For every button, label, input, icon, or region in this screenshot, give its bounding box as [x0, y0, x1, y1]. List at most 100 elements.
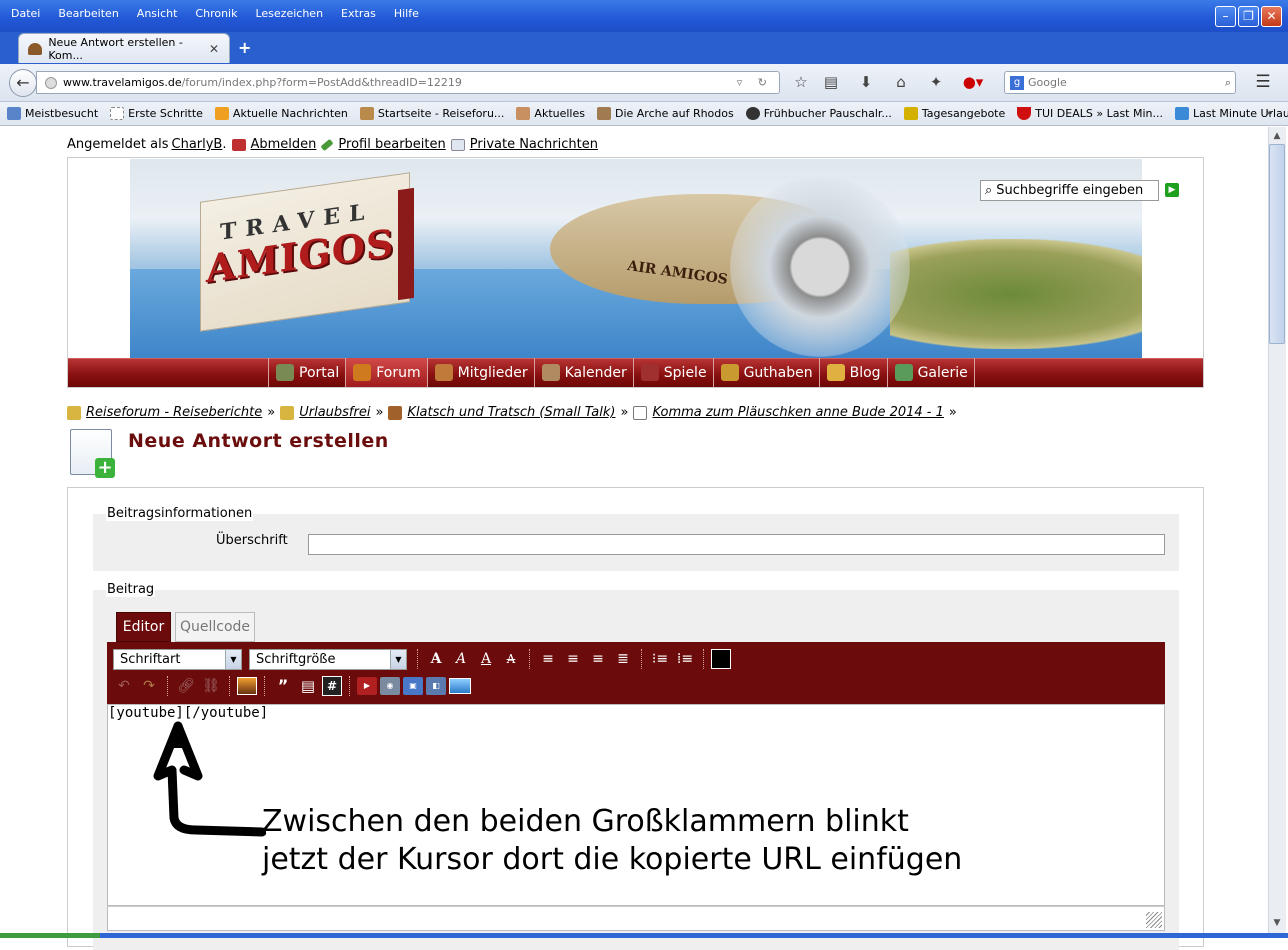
toolbar-separator	[703, 649, 704, 669]
bookmark-icon	[596, 107, 611, 120]
hamburger-menu-icon[interactable]: ☰	[1252, 72, 1274, 92]
scroll-down-icon[interactable]: ▼	[1268, 918, 1286, 934]
reload-icon[interactable]: ▿ ↻	[737, 76, 773, 89]
private-messages-link[interactable]: Private Nachrichten	[470, 137, 598, 152]
strikethrough-icon[interactable]: A	[500, 648, 522, 670]
menu-extras[interactable]: Extras	[330, 4, 383, 24]
tab-editor[interactable]: Editor	[116, 612, 171, 642]
resize-grip-icon[interactable]	[1146, 912, 1162, 928]
back-button[interactable]: ←	[9, 69, 37, 97]
chevron-down-icon: ▼	[225, 650, 241, 669]
numbered-list-icon[interactable]: ⁞≡	[674, 648, 696, 670]
nav-item-galerie[interactable]: Galerie	[886, 358, 975, 387]
italic-icon[interactable]: A	[450, 648, 472, 670]
toolbar-row-2: ↶ ↷ 🔗︎ ⛓︎ ” ▤ # ▶ ◉ ▣ ◧	[113, 675, 471, 697]
bookmark-item[interactable]: Frühbucher Pauschalr...	[739, 107, 897, 120]
bookmark-item[interactable]: Die Arche auf Rhodos	[590, 107, 739, 120]
new-tab-button[interactable]: +	[238, 38, 251, 57]
comment-icon[interactable]: ▤	[297, 675, 319, 697]
nav-item-forum[interactable]: Forum	[345, 358, 427, 387]
bookmark-star-icon[interactable]: ☆	[790, 72, 812, 92]
bookmark-item[interactable]: Aktuelle Nachrichten	[208, 107, 353, 120]
align-justify-icon[interactable]: ≣	[612, 648, 634, 670]
tab-source[interactable]: Quellcode	[175, 612, 255, 642]
browser-tab[interactable]: Neue Antwort erstellen - Kom... ✕	[18, 33, 230, 63]
logout-link[interactable]: Abmelden	[251, 137, 317, 152]
site-search-input[interactable]: ⌕ Suchbegriffe eingeben	[980, 180, 1159, 201]
image-icon[interactable]	[237, 677, 257, 695]
nav-item-mitglieder[interactable]: Mitglieder	[426, 358, 534, 387]
bookmark-item[interactable]: Tagesangebote	[897, 107, 1010, 120]
bullet-list-icon[interactable]: ⁝≡	[649, 648, 671, 670]
font-size-select[interactable]: Schriftgröße ▼	[249, 649, 407, 670]
bookmark-label: Startseite - Reiseforu...	[377, 107, 505, 120]
editor-statusbar	[107, 906, 1165, 931]
toolbar-separator	[529, 649, 530, 669]
menu-lesezeichen[interactable]: Lesezeichen	[244, 4, 330, 24]
minimize-button[interactable]: –	[1215, 6, 1236, 27]
search-go-button[interactable]: ▶	[1165, 183, 1179, 197]
text-color-icon[interactable]	[711, 649, 731, 669]
media-icon[interactable]: ▣	[403, 677, 423, 695]
menu-datei[interactable]: Datei	[0, 4, 47, 24]
gallery-insert-icon[interactable]	[449, 678, 471, 694]
globe-icon	[45, 76, 57, 89]
bookmark-item[interactable]: Startseite - Reiseforu...	[353, 107, 510, 120]
username-link[interactable]: CharlyB	[172, 137, 223, 152]
close-tab-icon[interactable]: ✕	[209, 42, 219, 56]
unlink-icon[interactable]: ⛓︎	[200, 675, 222, 697]
bookmark-icon	[110, 107, 125, 120]
underline-icon[interactable]: A	[475, 648, 497, 670]
align-center-icon[interactable]: ≡	[562, 648, 584, 670]
home-icon[interactable]: ⌂	[890, 72, 912, 92]
browser-search-input[interactable]: g Google ⌕	[1004, 71, 1236, 94]
align-right-icon[interactable]: ≡	[587, 648, 609, 670]
quote-icon[interactable]: ”	[272, 675, 294, 697]
video-icon[interactable]: ◉	[380, 677, 400, 695]
bookmark-item[interactable]: TUI DEALS » Last Min...	[1010, 107, 1168, 120]
adblock-icon[interactable]: ●▾	[962, 72, 984, 92]
scrollbar-thumb[interactable]	[1269, 144, 1285, 344]
embed-icon[interactable]: ◧	[426, 677, 446, 695]
breadcrumb-link[interactable]: Urlaubsfrei	[299, 405, 370, 420]
bookmark-item[interactable]: Erste Schritte	[103, 107, 208, 120]
code-icon[interactable]: #	[322, 676, 342, 696]
reading-list-icon[interactable]: ▤	[820, 72, 842, 92]
scroll-up-icon[interactable]: ▲	[1268, 128, 1286, 144]
undo-icon[interactable]: ↶	[113, 675, 135, 697]
nav-label: Guthaben	[743, 364, 813, 381]
maximize-button[interactable]: ❐	[1238, 6, 1259, 27]
breadcrumb-link[interactable]: Reiseforum - Reiseberichte	[86, 405, 262, 420]
redo-icon[interactable]: ↷	[138, 675, 160, 697]
bold-icon[interactable]: A	[425, 648, 447, 670]
youtube-icon[interactable]: ▶	[357, 677, 377, 695]
edit-profile-link[interactable]: Profil bearbeiten	[338, 137, 445, 152]
breadcrumb-link[interactable]: Komma zum Pläuschken anne Bude 2014 - 1	[652, 405, 943, 420]
nav-item-portal[interactable]: Portal	[268, 358, 345, 387]
menu-ansicht[interactable]: Ansicht	[126, 4, 185, 24]
link-icon[interactable]: 🔗︎	[175, 675, 197, 697]
coin-icon	[720, 364, 739, 381]
nav-item-kalender[interactable]: Kalender	[533, 358, 633, 387]
extension-icon[interactable]: ✦	[925, 72, 947, 92]
download-icon[interactable]: ⬇	[855, 72, 877, 92]
align-left-icon[interactable]: ≡	[537, 648, 559, 670]
breadcrumb-link[interactable]: Klatsch und Tratsch (Small Talk)	[407, 405, 615, 420]
nav-item-spiele[interactable]: Spiele	[632, 358, 713, 387]
menu-chronik[interactable]: Chronik	[184, 4, 244, 24]
nav-item-guthaben[interactable]: Guthaben	[712, 358, 819, 387]
close-window-button[interactable]: ✕	[1261, 6, 1282, 27]
font-family-select[interactable]: Schriftart ▼	[113, 649, 242, 670]
url-bar[interactable]: www.travelamigos.de/forum/index.php?form…	[36, 71, 780, 94]
bookmark-item[interactable]: Meistbesucht	[0, 107, 103, 120]
forum-icon	[353, 364, 372, 381]
bookmarks-overflow-button[interactable]: »	[1266, 106, 1273, 119]
nav-item-blog[interactable]: Blog	[818, 358, 887, 387]
subject-input[interactable]	[308, 534, 1165, 555]
bookmark-item[interactable]: Aktuelles	[509, 107, 590, 120]
search-icon[interactable]: ⌕	[1225, 76, 1231, 90]
games-icon	[640, 364, 659, 381]
menu-hilfe[interactable]: Hilfe	[383, 4, 426, 24]
menu-bearbeiten[interactable]: Bearbeiten	[47, 4, 125, 24]
bookmark-icon	[903, 107, 918, 120]
